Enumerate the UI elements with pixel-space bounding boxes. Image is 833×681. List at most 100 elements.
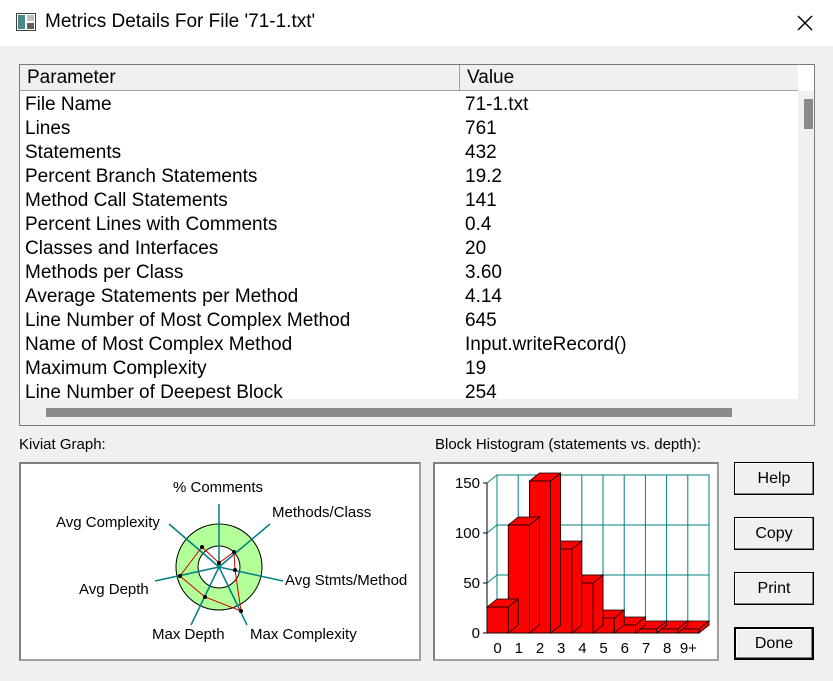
- table-row[interactable]: Line Number of Deepest Block 254: [20, 381, 798, 399]
- kiviat-point: [217, 561, 221, 565]
- done-button[interactable]: Done: [734, 627, 814, 660]
- parameter-cell: Statements: [25, 142, 122, 163]
- histogram-x-tick-label: 5: [599, 640, 607, 657]
- value-cell: Input.writeRecord(): [465, 334, 627, 355]
- list-header: Parameter Value: [20, 65, 798, 91]
- print-button[interactable]: Print: [734, 572, 814, 605]
- horizontal-scroll-thumb[interactable]: [46, 408, 732, 417]
- table-row[interactable]: Percent Lines with Comments 0.4: [20, 213, 798, 237]
- histogram-bar-side: [550, 472, 561, 634]
- value-cell: 645: [465, 310, 497, 331]
- kiviat-point: [203, 595, 207, 599]
- kiviat-axis-label: Avg Stmts/Method: [285, 572, 407, 589]
- kiviat-axis-label: % Comments: [173, 479, 263, 496]
- histogram-y-tick-label: 150: [455, 475, 480, 492]
- value-cell: 761: [465, 118, 497, 139]
- histogram-x-tick-label: 6: [621, 640, 629, 657]
- histogram-bar-side: [592, 574, 604, 634]
- table-row[interactable]: Average Statements per Method 4.14: [20, 285, 798, 309]
- parameter-cell: Method Call Statements: [25, 190, 228, 211]
- histogram-x-tick-label: 9+: [680, 640, 697, 657]
- parameter-cell: Classes and Interfaces: [25, 238, 219, 259]
- parameter-cell: Name of Most Complex Method: [25, 334, 293, 355]
- kiviat-label: Kiviat Graph:: [19, 436, 106, 453]
- kiviat-point: [239, 609, 243, 613]
- app-icon: [16, 13, 36, 31]
- close-button[interactable]: [777, 0, 833, 46]
- histogram-bar: [486, 606, 509, 634]
- histogram-x-tick-label: 3: [557, 640, 565, 657]
- parameter-cell: Methods per Class: [25, 262, 184, 283]
- histogram-x-tick-label: 8: [663, 640, 671, 657]
- histogram-x-tick-label: 7: [642, 640, 650, 657]
- copy-button[interactable]: Copy: [734, 517, 814, 550]
- kiviat-svg: % Comments Methods/Class Avg Stmts/Metho…: [56, 479, 407, 643]
- histogram-label: Block Histogram (statements vs. depth):: [435, 436, 701, 453]
- table-row[interactable]: Name of Most Complex Method Input.writeRe…: [20, 333, 798, 357]
- parameter-cell: Percent Lines with Comments: [25, 214, 278, 235]
- kiviat-axis-label: Max Complexity: [250, 626, 357, 643]
- value-cell: 254: [465, 382, 497, 399]
- histogram-gridline: [486, 524, 498, 534]
- title-bar: Metrics Details For File '71-1.txt': [0, 0, 833, 46]
- histogram-y-tick-label: 0: [472, 625, 480, 642]
- metrics-list[interactable]: Parameter Value File Name 71-1.txt Lines 7…: [19, 64, 815, 426]
- value-cell: 141: [465, 190, 497, 211]
- table-row[interactable]: Maximum Complexity 19: [20, 357, 798, 381]
- value-cell: 20: [465, 238, 487, 259]
- value-cell: 0.4: [465, 214, 492, 235]
- value-cell: 4.14: [465, 286, 502, 307]
- close-icon: [797, 15, 813, 31]
- parameter-cell: Line Number of Deepest Block: [25, 382, 283, 399]
- kiviat-graph: % Comments Methods/Class Avg Stmts/Metho…: [19, 462, 421, 661]
- vertical-scrollbar[interactable]: [798, 91, 814, 399]
- table-row[interactable]: Line Number of Most Complex Method 645: [20, 309, 798, 333]
- parameter-cell: File Name: [25, 94, 112, 115]
- histogram-x-tick-label: 4: [578, 640, 586, 657]
- horizontal-scrollbar[interactable]: [20, 399, 814, 425]
- kiviat-axis-label: Avg Complexity: [56, 514, 160, 531]
- histogram-x-tick-label: 0: [493, 640, 501, 657]
- parameter-cell: Line Number of Most Complex Method: [25, 310, 351, 331]
- parameter-cell: Percent Branch Statements: [25, 166, 258, 187]
- window-title: Metrics Details For File '71-1.txt': [45, 11, 316, 32]
- histogram-y-tick-label: 50: [463, 575, 480, 592]
- kiviat-axis-label: Methods/Class: [272, 504, 371, 521]
- histogram-svg: 0501001500 1 2 3 4 5 6 7 8 9+: [455, 472, 711, 657]
- dialog-client: Parameter Value File Name 71-1.txt Lines 7…: [4, 46, 829, 677]
- histogram-x-tick-label: 2: [536, 640, 544, 657]
- kiviat-point: [233, 568, 237, 572]
- histogram-bar-side: [571, 540, 583, 634]
- vertical-scroll-thumb[interactable]: [804, 99, 813, 129]
- table-row[interactable]: Percent Branch Statements 19.2: [20, 165, 798, 189]
- value-cell: 19.2: [465, 166, 502, 187]
- kiviat-point: [178, 574, 182, 578]
- table-row[interactable]: Methods per Class 3.60: [20, 261, 798, 285]
- histogram-y-tick-label: 100: [455, 525, 480, 542]
- value-cell: 19: [465, 358, 487, 379]
- kiviat-axis-label: Avg Depth: [79, 581, 149, 598]
- table-row[interactable]: Method Call Statements 141: [20, 189, 798, 213]
- kiviat-point: [200, 545, 204, 549]
- histogram-gridline: [486, 474, 498, 484]
- value-cell: 432: [465, 142, 497, 163]
- value-cell: 71-1.txt: [465, 94, 529, 115]
- table-row[interactable]: Statements 432: [20, 141, 798, 165]
- table-row[interactable]: File Name 71-1.txt: [20, 93, 798, 117]
- column-header-parameter[interactable]: Parameter: [20, 65, 460, 90]
- list-rows: File Name 71-1.txt Lines 761 Statements 432…: [20, 93, 798, 399]
- histogram-gridline: [486, 574, 498, 584]
- column-header-value[interactable]: Value: [460, 65, 798, 90]
- kiviat-axis-label: Max Depth: [152, 626, 225, 643]
- help-button[interactable]: Help: [734, 462, 814, 495]
- block-histogram: 0 50 100 150 0 1 2 3 4 5 6 7 8 9+: [433, 462, 719, 661]
- value-cell: 3.60: [465, 262, 502, 283]
- parameter-cell: Maximum Complexity: [25, 358, 207, 379]
- table-row[interactable]: Classes and Interfaces 20: [20, 237, 798, 261]
- histogram-bar-side: [529, 516, 540, 634]
- kiviat-point: [232, 550, 236, 554]
- parameter-cell: Average Statements per Method: [25, 286, 299, 307]
- histogram-x-tick-label: 1: [515, 640, 523, 657]
- table-row[interactable]: Lines 761: [20, 117, 798, 141]
- parameter-cell: Lines: [25, 118, 71, 139]
